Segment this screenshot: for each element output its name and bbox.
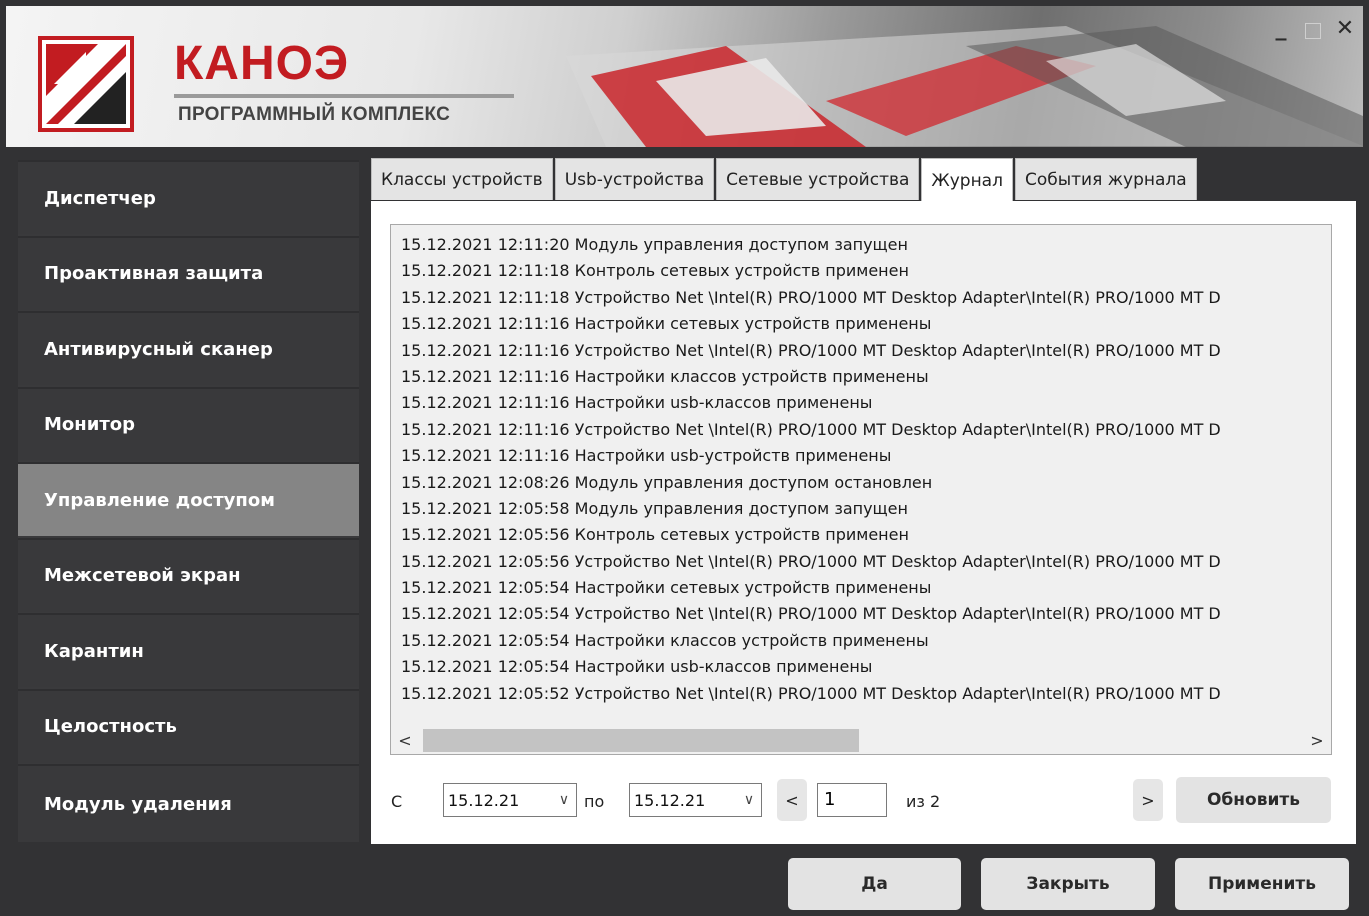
logo-icon — [38, 36, 134, 132]
to-date-picker[interactable]: 15.12.21 ∨ — [629, 783, 762, 817]
from-date-picker[interactable]: 15.12.21 ∨ — [443, 783, 577, 817]
ok-button[interactable]: Да — [788, 858, 961, 910]
sidebar-item-dispatcher[interactable]: Диспетчер — [18, 160, 359, 234]
log-entry[interactable]: 15.12.2021 12:05:56 Устройство Net \Inte… — [401, 549, 1326, 575]
brand-title: КАНОЭ — [174, 37, 350, 90]
scroll-right-icon[interactable]: > — [1305, 727, 1329, 754]
page-number-input[interactable]: 1 — [817, 783, 887, 817]
tab-journal[interactable]: Журнал — [921, 158, 1013, 202]
sidebar-item-integrity[interactable]: Целостность — [18, 688, 359, 763]
log-entry[interactable]: 15.12.2021 12:11:18 Устройство Net \Inte… — [401, 285, 1326, 311]
sidebar-item-antivirus-scanner[interactable]: Антивирусный сканер — [18, 311, 359, 385]
chevron-down-icon[interactable]: ∨ — [552, 792, 576, 808]
scroll-left-icon[interactable]: < — [393, 727, 417, 754]
minimize-button[interactable]: _ — [1271, 16, 1291, 41]
log-entry[interactable]: 15.12.2021 12:11:20 Модуль управления до… — [401, 232, 1326, 258]
log-entry[interactable]: 15.12.2021 12:05:54 Настройки usb-классо… — [401, 654, 1326, 680]
log-entry[interactable]: 15.12.2021 12:05:54 Устройство Net \Inte… — [401, 601, 1326, 627]
window-controls: _ ✕ — [1271, 16, 1355, 41]
sidebar-nav: Диспетчер Проактивная защита Антивирусны… — [18, 160, 359, 842]
next-page-button[interactable]: > — [1133, 779, 1163, 821]
prev-page-button[interactable]: < — [777, 779, 807, 821]
from-label: С — [391, 792, 403, 811]
maximize-button[interactable] — [1305, 22, 1321, 39]
tab-device-classes[interactable]: Классы устройств — [371, 158, 553, 200]
log-entry[interactable]: 15.12.2021 12:05:56 Контроль сетевых уст… — [401, 522, 1326, 548]
main-panel: Классы устройств Usb-устройства Сетевые … — [371, 158, 1356, 844]
horizontal-scrollbar[interactable]: < > — [391, 727, 1331, 754]
log-entry[interactable]: 15.12.2021 12:05:58 Модуль управления до… — [401, 496, 1326, 522]
scrollbar-thumb[interactable] — [423, 729, 859, 752]
to-label: по — [584, 792, 605, 811]
sidebar-item-monitor[interactable]: Монитор — [18, 386, 359, 461]
log-entry[interactable]: 15.12.2021 12:05:54 Настройки классов ус… — [401, 628, 1326, 654]
log-entry[interactable]: 15.12.2021 12:11:16 Настройки usb-классо… — [401, 390, 1326, 416]
journal-panel: 15.12.2021 12:11:20 Модуль управления до… — [371, 201, 1356, 844]
sidebar-item-firewall[interactable]: Межсетевой экран — [18, 537, 359, 612]
page-count-label: из 2 — [906, 792, 941, 811]
header-banner: КАНОЭ ПРОГРАММНЫЙ КОМПЛЕКС _ ✕ — [6, 6, 1363, 147]
close-button[interactable]: Закрыть — [981, 858, 1155, 910]
to-date-value: 15.12.21 — [634, 790, 706, 810]
chevron-down-icon[interactable]: ∨ — [737, 792, 761, 808]
close-window-button[interactable]: ✕ — [1335, 16, 1355, 41]
log-entry[interactable]: 15.12.2021 12:05:54 Настройки сетевых ус… — [401, 575, 1326, 601]
log-list: 15.12.2021 12:11:20 Модуль управления до… — [401, 232, 1326, 707]
log-entry[interactable]: 15.12.2021 12:11:16 Настройки классов ус… — [401, 364, 1326, 390]
tab-usb-devices[interactable]: Usb-устройства — [554, 158, 715, 200]
sidebar-item-proactive-protection[interactable]: Проактивная защита — [18, 235, 359, 310]
sidebar-item-removal-module[interactable]: Модуль удаления — [18, 764, 359, 842]
log-entry[interactable]: 15.12.2021 12:11:16 Настройки сетевых ус… — [401, 311, 1326, 337]
tab-journal-events[interactable]: События журнала — [1014, 158, 1197, 200]
app-window: КАНОЭ ПРОГРАММНЫЙ КОМПЛЕКС _ ✕ Диспетчер… — [0, 0, 1369, 916]
apply-button[interactable]: Применить — [1175, 858, 1349, 910]
sidebar-item-access-control[interactable]: Управление доступом — [18, 462, 359, 536]
tab-network-devices[interactable]: Сетевые устройства — [716, 158, 920, 200]
refresh-button[interactable]: Обновить — [1176, 777, 1331, 823]
sidebar-item-quarantine[interactable]: Карантин — [18, 613, 359, 687]
log-entry[interactable]: 15.12.2021 12:11:16 Устройство Net \Inte… — [401, 417, 1326, 443]
log-entry[interactable]: 15.12.2021 12:11:16 Настройки usb-устрой… — [401, 443, 1326, 469]
brand-subtitle: ПРОГРАММНЫЙ КОМПЛЕКС — [178, 104, 451, 125]
log-entry[interactable]: 15.12.2021 12:05:52 Устройство Net \Inte… — [401, 681, 1326, 707]
log-entry[interactable]: 15.12.2021 12:11:18 Контроль сетевых уст… — [401, 258, 1326, 284]
from-date-value: 15.12.21 — [448, 790, 520, 810]
log-listbox[interactable]: 15.12.2021 12:11:20 Модуль управления до… — [390, 224, 1332, 755]
brand-divider — [174, 94, 514, 98]
log-entry[interactable]: 15.12.2021 12:11:16 Устройство Net \Inte… — [401, 338, 1326, 364]
log-entry[interactable]: 15.12.2021 12:08:26 Модуль управления до… — [401, 470, 1326, 496]
tab-bar: Классы устройств Usb-устройства Сетевые … — [371, 158, 1199, 202]
